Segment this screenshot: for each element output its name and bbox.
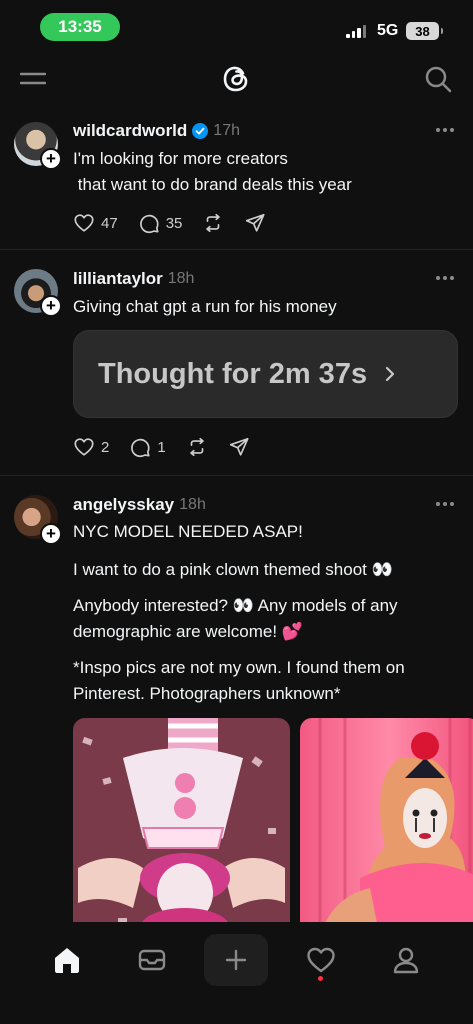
post-text: *Inspo pics are not my own. I found them… bbox=[73, 658, 410, 703]
thought-card-text: Thought for 2m 37s bbox=[98, 357, 368, 390]
profile-icon bbox=[393, 947, 419, 974]
network-label: 5G bbox=[377, 22, 399, 39]
post-image[interactable] bbox=[73, 718, 290, 922]
post-time: 18h bbox=[179, 496, 206, 513]
status-time: 13:35 bbox=[40, 13, 120, 41]
chevron-right-icon bbox=[385, 366, 395, 382]
post-text: Anybody interested? 👀 Any models of any … bbox=[73, 596, 403, 641]
like-button[interactable]: 47 bbox=[73, 212, 118, 234]
heart-icon bbox=[74, 214, 94, 232]
username[interactable]: angelysskay bbox=[73, 495, 174, 515]
follow-plus-icon[interactable]: + bbox=[40, 148, 62, 170]
heart-icon bbox=[307, 947, 335, 973]
nav-profile[interactable] bbox=[374, 934, 438, 986]
heart-icon bbox=[74, 438, 94, 456]
post-text: Giving chat gpt a run for his money bbox=[73, 297, 337, 316]
more-icon[interactable] bbox=[435, 127, 455, 133]
post-image[interactable] bbox=[300, 718, 473, 922]
like-count: 47 bbox=[101, 214, 118, 232]
threads-logo[interactable] bbox=[219, 62, 253, 96]
mail-icon bbox=[138, 949, 166, 971]
clown-photo-2 bbox=[300, 718, 473, 922]
verified-icon bbox=[192, 123, 209, 139]
follow-plus-icon[interactable]: + bbox=[40, 295, 62, 317]
notification-dot bbox=[318, 976, 323, 981]
clown-photo-1 bbox=[73, 718, 290, 922]
nav-home[interactable] bbox=[35, 934, 99, 986]
send-icon bbox=[229, 437, 249, 456]
thought-card[interactable]: Thought for 2m 37s bbox=[73, 330, 458, 418]
search-icon[interactable] bbox=[424, 65, 452, 93]
comment-button[interactable]: 35 bbox=[138, 212, 183, 234]
nav-inbox[interactable] bbox=[120, 934, 184, 986]
share-button[interactable] bbox=[228, 436, 250, 458]
signal-icon bbox=[346, 25, 366, 38]
like-button[interactable]: 2 bbox=[73, 436, 109, 458]
more-icon[interactable] bbox=[435, 501, 455, 507]
media-carousel[interactable] bbox=[73, 718, 473, 922]
post[interactable]: + wildcardworld 17h I'm looking for more… bbox=[0, 104, 473, 250]
repost-icon bbox=[206, 213, 221, 233]
bottom-nav bbox=[0, 922, 473, 1024]
send-icon bbox=[246, 213, 265, 232]
home-icon bbox=[55, 948, 79, 973]
comment-count: 35 bbox=[165, 214, 183, 232]
repost-button[interactable] bbox=[202, 212, 224, 234]
battery-icon: 38 bbox=[406, 22, 443, 40]
repost-button[interactable] bbox=[186, 436, 208, 458]
comment-button[interactable]: 1 bbox=[129, 436, 166, 458]
status-bar: 13:35 5G 38 bbox=[0, 0, 473, 54]
post-time: 17h bbox=[213, 122, 240, 139]
comment-icon bbox=[139, 214, 159, 234]
post-actions: 47 35 bbox=[73, 212, 286, 234]
compose-icon bbox=[225, 949, 247, 971]
post-text: I'm looking for more creators that want … bbox=[73, 149, 352, 194]
repost-icon bbox=[189, 437, 204, 457]
app-header bbox=[0, 54, 473, 104]
comment-count: 1 bbox=[157, 438, 166, 456]
post-actions: 2 1 bbox=[73, 436, 270, 458]
post-text: I want to do a pink clown themed shoot 👀 bbox=[73, 560, 393, 579]
more-icon[interactable] bbox=[435, 275, 455, 281]
follow-plus-icon[interactable]: + bbox=[40, 523, 62, 545]
comment-icon bbox=[131, 438, 150, 458]
nav-compose[interactable] bbox=[204, 934, 268, 986]
username[interactable]: lilliantaylor bbox=[73, 269, 163, 289]
username[interactable]: wildcardworld bbox=[73, 121, 187, 141]
menu-icon[interactable] bbox=[20, 70, 46, 88]
share-button[interactable] bbox=[244, 212, 266, 234]
like-count: 2 bbox=[101, 438, 110, 456]
post-text: NYC MODEL NEEDED ASAP! bbox=[73, 522, 303, 541]
post-time: 18h bbox=[167, 270, 195, 287]
